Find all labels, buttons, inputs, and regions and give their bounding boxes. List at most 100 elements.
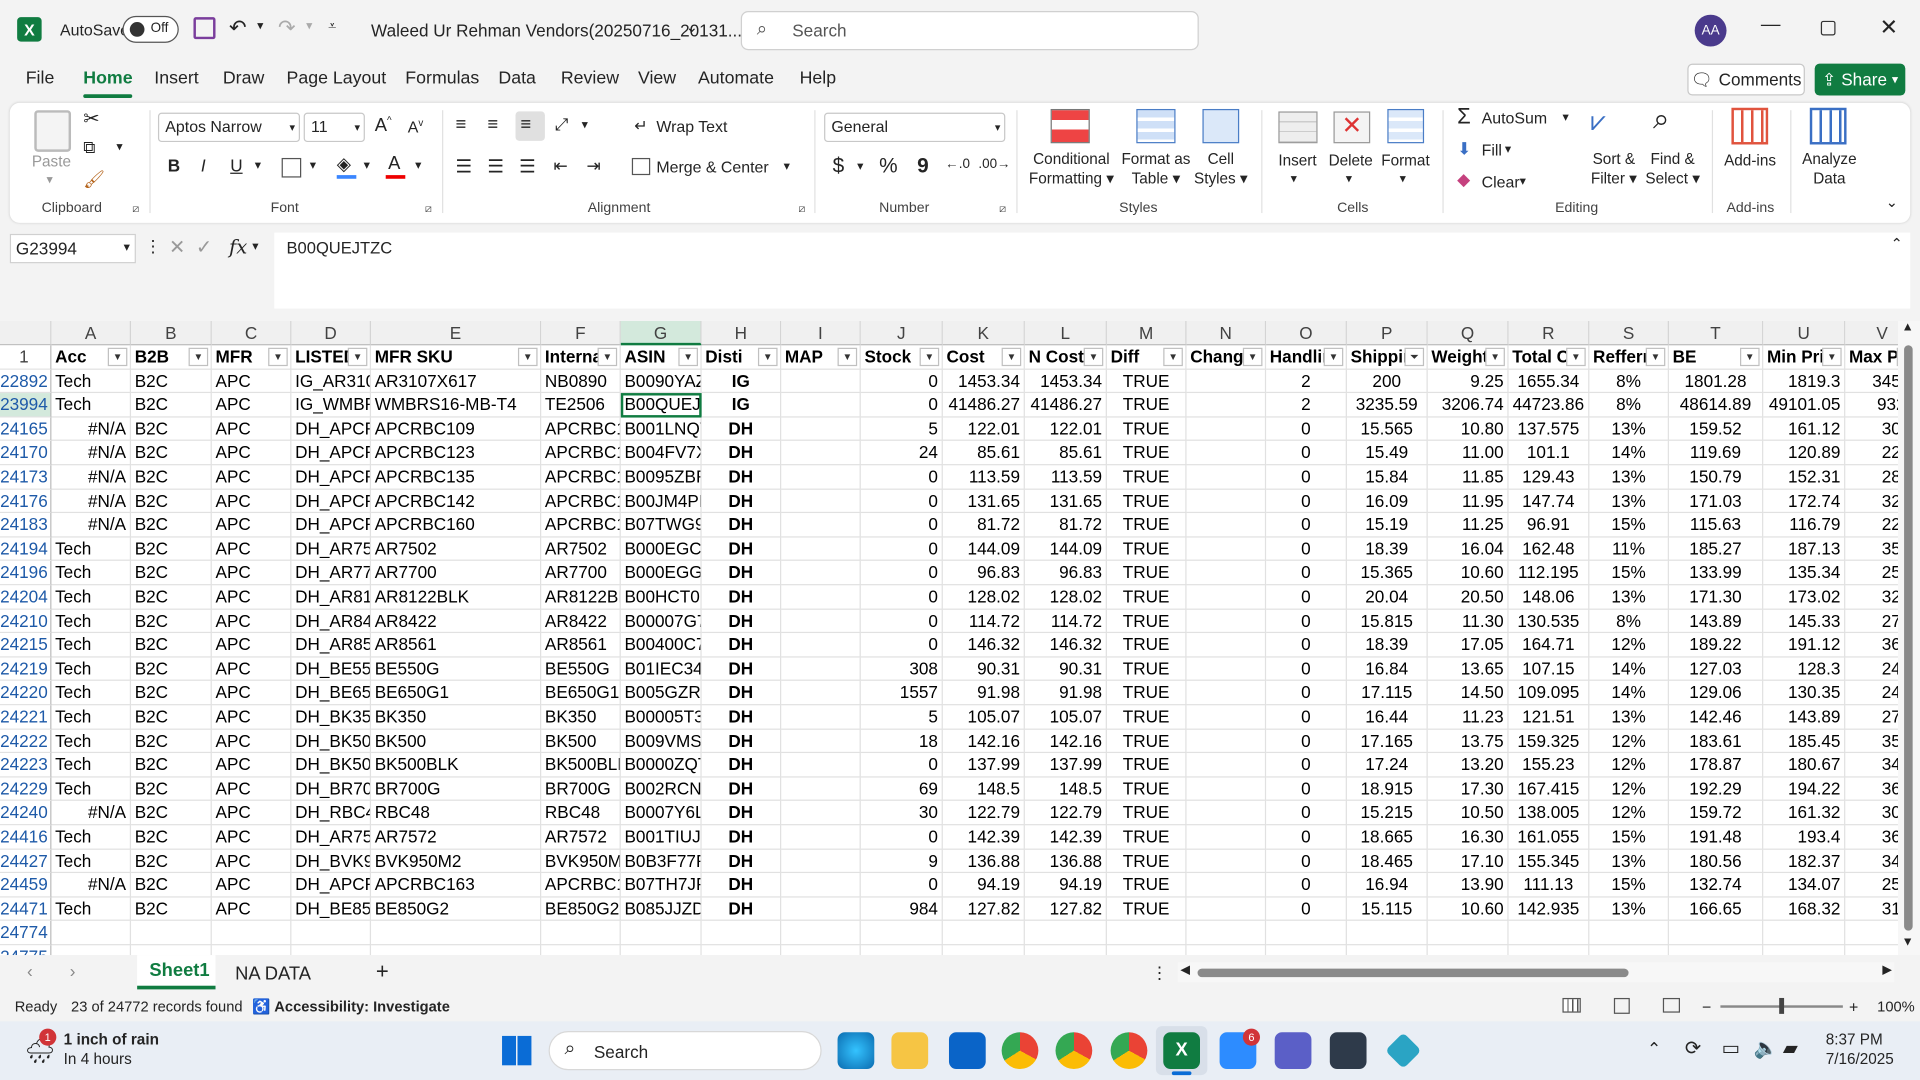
table-cell[interactable]: DH_AR856 <box>291 633 372 658</box>
table-cell[interactable]: AR3107X617 <box>371 369 542 394</box>
table-cell[interactable]: 15% <box>1589 873 1669 898</box>
table-cell[interactable]: B2C <box>131 537 212 562</box>
table-cell[interactable]: 185.27 <box>1668 537 1764 562</box>
table-cell[interactable]: B000EGGF <box>620 561 702 586</box>
filter-dropdown-icon[interactable]: ▼ <box>107 347 128 367</box>
format-cells-icon[interactable] <box>1387 108 1425 144</box>
table-cell[interactable]: AR7700 <box>541 561 621 586</box>
table-cell[interactable]: 161.055 <box>1508 825 1590 850</box>
alignment-launcher-icon[interactable]: ⧄ <box>798 202 805 215</box>
underline-chevron-icon[interactable]: ▾ <box>255 159 261 172</box>
table-cell[interactable] <box>781 393 861 418</box>
prev-sheet-icon[interactable]: ‹ <box>27 961 33 981</box>
table-cell[interactable] <box>781 729 861 754</box>
filter-dropdown-icon[interactable]: ▼ <box>1163 347 1183 367</box>
column-header-q[interactable]: Q <box>1427 320 1509 346</box>
table-cell[interactable]: 166.65 <box>1668 897 1764 922</box>
table-cell[interactable]: TRUE <box>1106 633 1187 658</box>
sync-icon[interactable]: ⟳ <box>1685 1036 1701 1060</box>
table-cell[interactable]: 130.535 <box>1508 609 1590 634</box>
filter-dropdown-icon[interactable]: ▼ <box>1740 347 1760 367</box>
filter-active-icon[interactable]: ⏷ <box>1404 347 1425 367</box>
table-cell[interactable] <box>781 537 861 562</box>
filter-dropdown-icon[interactable]: ▼ <box>1323 347 1344 367</box>
table-cell[interactable]: 128.02 <box>1024 585 1107 610</box>
table-cell[interactable]: B2C <box>131 657 212 682</box>
share-button[interactable]: ⇪ Share ▾ <box>1814 63 1906 96</box>
table-cell[interactable]: B2C <box>131 777 212 802</box>
tab-automate[interactable]: Automate <box>698 69 774 89</box>
table-cell[interactable]: 41486.27 <box>942 393 1025 418</box>
table-cell[interactable] <box>1589 921 1669 946</box>
table-cell[interactable]: 14% <box>1589 657 1669 682</box>
table-cell[interactable]: APC <box>211 561 292 586</box>
copy-chevron-icon[interactable]: ▾ <box>116 141 122 154</box>
align-center-icon[interactable]: ☰ <box>487 156 503 178</box>
row-header[interactable]: 24222 <box>0 729 52 754</box>
filter-dropdown-icon[interactable]: ▼ <box>347 347 368 367</box>
table-cell[interactable] <box>1186 465 1267 490</box>
table-cell[interactable]: 11% <box>1589 537 1669 562</box>
table-cell[interactable]: TRUE <box>1106 513 1187 538</box>
table-cell[interactable]: DH_APCRE <box>291 513 372 538</box>
table-cell[interactable] <box>1428 945 1509 956</box>
table-cell[interactable]: Tech <box>51 897 132 922</box>
table-cell[interactable]: 116.79 <box>1763 513 1846 538</box>
analyze-data-button[interactable]: Analyze Data <box>1795 149 1864 188</box>
table-cell[interactable]: 128.02 <box>942 585 1025 610</box>
table-cell[interactable]: 13% <box>1589 585 1669 610</box>
teams-icon[interactable] <box>1274 1032 1312 1069</box>
table-cell[interactable]: TRUE <box>1106 801 1187 826</box>
table-cell[interactable]: 152.31 <box>1763 465 1846 490</box>
table-cell[interactable]: B2C <box>131 729 212 754</box>
table-cell[interactable]: DH_RBC48 <box>291 801 372 826</box>
table-cell[interactable]: 132.74 <box>1668 873 1764 898</box>
table-cell[interactable]: 144.09 <box>1024 537 1107 562</box>
table-cell[interactable]: DH_BE650 <box>291 681 372 706</box>
table-cell[interactable]: APCRBC135 <box>371 465 542 490</box>
insert-cells-icon[interactable] <box>1278 111 1318 144</box>
table-cell[interactable]: 17.165 <box>1346 729 1428 754</box>
table-cell[interactable]: 0 <box>1266 537 1347 562</box>
table-cell[interactable]: 18.39 <box>1346 537 1428 562</box>
table-cell[interactable]: 2 <box>1266 369 1347 394</box>
zoom-out-icon[interactable]: − <box>1702 998 1711 1016</box>
table-cell[interactable] <box>781 585 861 610</box>
table-cell[interactable] <box>620 921 702 946</box>
scroll-right-icon[interactable]: ▶ <box>1882 964 1891 977</box>
table-cell[interactable]: 143.89 <box>1668 609 1764 634</box>
table-cell[interactable]: 12% <box>1589 777 1669 802</box>
table-cell[interactable]: 0 <box>1266 441 1347 466</box>
table-cell[interactable] <box>942 921 1025 946</box>
delete-chevron-icon[interactable]: ▾ <box>1346 170 1352 190</box>
row-header[interactable]: 24229 <box>0 777 52 802</box>
table-cell[interactable]: BK500 <box>371 729 542 754</box>
paste-icon[interactable] <box>34 110 72 152</box>
table-cell[interactable] <box>1186 441 1267 466</box>
column-header-s[interactable]: S <box>1589 320 1669 346</box>
table-cell[interactable] <box>1509 945 1590 956</box>
table-cell[interactable]: 13.20 <box>1427 753 1509 778</box>
table-cell[interactable]: 17.05 <box>1427 633 1509 658</box>
table-cell[interactable]: 137.575 <box>1508 417 1590 442</box>
column-title[interactable]: Disti ▼ <box>701 345 782 370</box>
table-cell[interactable]: 94.19 <box>942 873 1025 898</box>
table-cell[interactable]: #N/A <box>51 465 132 490</box>
table-cell[interactable]: Tech <box>51 753 132 778</box>
table-cell[interactable]: 9.25 <box>1427 369 1509 394</box>
table-cell[interactable]: Tech <box>51 657 132 682</box>
table-cell[interactable] <box>702 945 782 956</box>
row-header[interactable]: 24173 <box>0 465 52 490</box>
currency-chevron-icon[interactable]: ▾ <box>857 160 863 173</box>
table-cell[interactable]: 17.24 <box>1346 753 1428 778</box>
table-cell[interactable]: AR8422 <box>541 609 621 634</box>
sheet-tab-na-data[interactable]: NA DATA <box>235 964 311 998</box>
column-header-p[interactable]: P <box>1346 320 1428 346</box>
add-ins-icon[interactable] <box>1731 107 1769 145</box>
table-cell[interactable]: TRUE <box>1106 849 1187 874</box>
table-cell[interactable]: 11.25 <box>1427 513 1509 538</box>
table-cell[interactable]: 85.61 <box>942 441 1025 466</box>
table-cell[interactable] <box>371 921 542 946</box>
table-cell[interactable]: 109.095 <box>1508 681 1590 706</box>
cell-styles-icon[interactable] <box>1202 108 1240 144</box>
